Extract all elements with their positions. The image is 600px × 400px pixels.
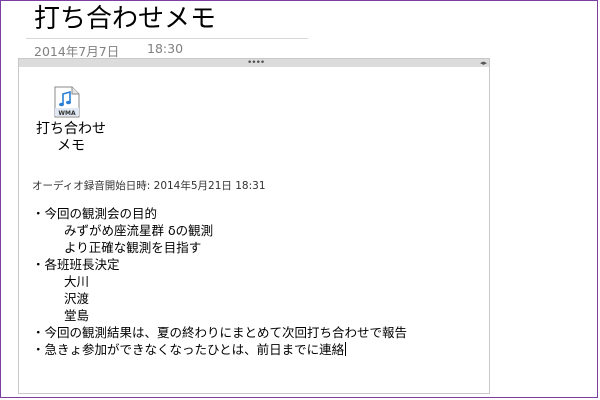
wma-icon-text: WMA [58, 110, 76, 117]
note-line-text: 大川 [64, 274, 90, 289]
wma-file-icon[interactable]: WMA [54, 86, 80, 118]
attachment-label-line1: 打ち合わせ [36, 121, 106, 137]
note-line-text: より正確な観測を目指す [64, 240, 202, 255]
note-line[interactable]: ・急きょ参加ができなくなったひとは、前日までに連絡 [32, 341, 347, 358]
note-line[interactable]: ・今回の観測結果は、夏の終わりにまとめて次回打ち合わせで報告 [32, 324, 407, 341]
note-container[interactable]: •••• ◂▸ WMA 打ち合わせ メモ オーディオ録音開始日時: 2014年5… [18, 58, 490, 394]
note-line[interactable]: みずがめ座流星群 δの観測 [64, 222, 213, 239]
page-time: 18:30 [147, 41, 184, 56]
note-line-text: ・今回の観測会の目的 [32, 206, 158, 221]
attachment-label-line2: メモ [57, 138, 85, 154]
move-handle-icon[interactable]: •••• [247, 59, 265, 68]
attachment-label[interactable]: 打ち合わせ メモ [31, 121, 111, 155]
note-line-text: 堂島 [64, 308, 90, 323]
title-underline [26, 38, 308, 39]
note-line[interactable]: より正確な観測を目指す [64, 239, 201, 256]
resize-handle-icon[interactable]: ◂▸ [480, 59, 487, 67]
recording-timestamp: オーディオ録音開始日時: 2014年5月21日 18:31 [32, 180, 266, 192]
note-line-text: みずがめ座流星群 δの観測 [64, 223, 214, 238]
note-line-text: ・急きょ参加ができなくなったひとは、前日までに連絡 [32, 342, 345, 357]
container-topbar[interactable]: •••• ◂▸ [19, 59, 489, 68]
note-line[interactable]: ・各班班長決定 [32, 256, 120, 273]
note-line-text: ・今回の観測結果は、夏の終わりにまとめて次回打ち合わせで報告 [32, 325, 408, 340]
note-line-text: 沢渡 [64, 291, 90, 306]
note-line[interactable]: 堂島 [64, 307, 89, 324]
page-title[interactable]: 打ち合わせメモ [34, 2, 216, 36]
note-line[interactable]: ・今回の観測会の目的 [32, 205, 157, 222]
text-caret [345, 342, 347, 356]
note-line[interactable]: 大川 [64, 273, 89, 290]
note-line[interactable]: 沢渡 [64, 290, 89, 307]
note-line-text: ・各班班長決定 [32, 257, 120, 272]
